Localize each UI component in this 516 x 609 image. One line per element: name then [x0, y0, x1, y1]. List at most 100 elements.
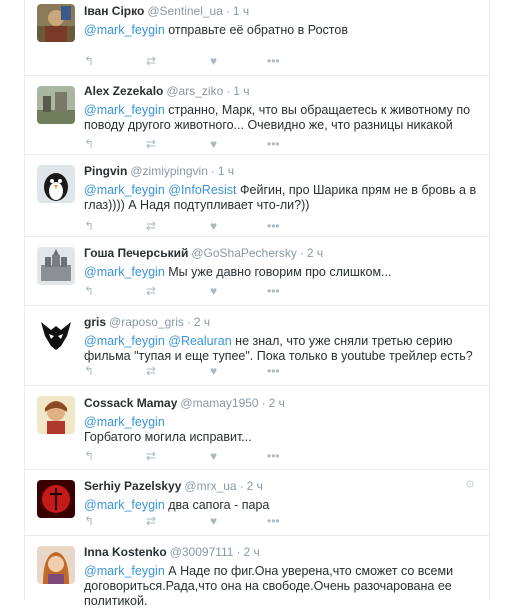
tweet-text: @mark_feygin @InfoResist Фейгин, про Шар…: [84, 183, 477, 213]
separator: ·: [236, 545, 241, 559]
timestamp[interactable]: 2 ч: [243, 545, 259, 559]
mention-link[interactable]: @mark_feygin: [84, 564, 165, 578]
separator: ·: [225, 4, 230, 18]
more-icon[interactable]: •••: [267, 449, 280, 463]
avatar[interactable]: [37, 546, 75, 584]
mention-link[interactable]: @mark_feygin: [84, 183, 165, 197]
user-name[interactable]: Inna Kostenko: [84, 545, 167, 559]
tweet-header: Inna Kostenko @30097111 · 2 ч: [84, 545, 477, 559]
avatar[interactable]: [37, 86, 75, 124]
tweet-header: Serhiy Pazelskyy @mrx_ua · 2 ч: [84, 479, 477, 493]
user-name[interactable]: Гоша Печерський: [84, 246, 188, 260]
user-handle[interactable]: @zimiypingvin: [130, 164, 208, 178]
timestamp[interactable]: 1 ч: [233, 84, 249, 98]
more-icon[interactable]: •••: [267, 364, 280, 378]
tweet-text: @mark_feygin отправьте её обратно в Рост…: [84, 23, 477, 38]
like-icon[interactable]: ♥: [210, 514, 217, 528]
timestamp[interactable]: 2 ч: [307, 246, 323, 260]
tweet-text: @mark_feygin А Наде по фиг.Она уверена,ч…: [84, 564, 477, 609]
separator: ·: [210, 164, 215, 178]
tweet[interactable]: Іван Сірко @Sentinel_ua · 1 ч @mark_feygin …: [25, 0, 489, 76]
mention-link[interactable]: @mark_feygin: [84, 498, 165, 512]
retweet-icon[interactable]: ⇄: [146, 449, 156, 463]
tweet[interactable]: Гоша Печерський @GoShaPechersky · 2 ч @mark…: [25, 237, 489, 306]
retweet-icon[interactable]: ⇄: [146, 284, 156, 298]
reply-icon[interactable]: ↰: [84, 219, 94, 233]
user-handle[interactable]: @raposo_gris: [109, 315, 184, 329]
reply-icon[interactable]: ↰: [84, 54, 94, 68]
reply-icon[interactable]: ↰: [84, 514, 94, 528]
timestamp[interactable]: 1 ч: [218, 164, 234, 178]
retweet-icon[interactable]: ⇄: [146, 137, 156, 151]
chevron-down-icon[interactable]: ⚙: [465, 478, 475, 491]
separator: ·: [226, 84, 231, 98]
like-icon[interactable]: ♥: [210, 54, 217, 68]
like-icon[interactable]: ♥: [210, 364, 217, 378]
tweet[interactable]: Pingvin @zimiypingvin · 1 ч @mark_feygin @I…: [25, 155, 489, 237]
user-handle[interactable]: @mamay1950: [180, 396, 258, 410]
separator: ·: [299, 246, 304, 260]
reply-icon[interactable]: ↰: [84, 137, 94, 151]
tweet-text-segment: отправьте её обратно в Ростов: [164, 23, 348, 37]
more-icon[interactable]: •••: [267, 514, 280, 528]
tweet-header: Pingvin @zimiypingvin · 1 ч: [84, 164, 477, 178]
tweet[interactable]: Alex Zezekalo @ars_ziko · 1 ч @mark_feygin …: [25, 76, 489, 155]
avatar[interactable]: [37, 4, 75, 42]
more-icon[interactable]: •••: [267, 54, 280, 68]
mention-link[interactable]: @mark_feygin: [84, 415, 165, 429]
avatar[interactable]: [37, 480, 75, 518]
timeline-right-border: [489, 0, 490, 600]
separator: ·: [239, 479, 244, 493]
more-icon[interactable]: •••: [267, 284, 280, 298]
retweet-icon[interactable]: ⇄: [146, 514, 156, 528]
mention-link[interactable]: @mark_feygin: [84, 265, 165, 279]
avatar[interactable]: [37, 247, 75, 285]
more-icon[interactable]: •••: [267, 137, 280, 151]
mention-link[interactable]: @mark_feygin: [84, 23, 165, 37]
timestamp[interactable]: 2 ч: [194, 315, 210, 329]
like-icon[interactable]: ♥: [210, 449, 217, 463]
retweet-icon[interactable]: ⇄: [146, 219, 156, 233]
mention-link[interactable]: @Realuran: [168, 334, 231, 348]
separator: ·: [261, 396, 266, 410]
user-name[interactable]: Pingvin: [84, 164, 127, 178]
user-handle[interactable]: @Sentinel_ua: [147, 4, 223, 18]
tweet[interactable]: Serhiy Pazelskyy @mrx_ua · 2 ч @mark_feygin…: [25, 470, 489, 536]
mention-link[interactable]: @mark_feygin: [84, 334, 165, 348]
like-icon[interactable]: ♥: [210, 284, 217, 298]
tweet[interactable]: Cossack Mamay @mamay1950 · 2 ч @mark_feygin…: [25, 386, 489, 470]
tweet[interactable]: Inna Kostenko @30097111 · 2 ч @mark_feygin …: [25, 536, 489, 609]
timestamp[interactable]: 2 ч: [269, 396, 285, 410]
more-icon[interactable]: •••: [267, 219, 280, 233]
timestamp[interactable]: 2 ч: [247, 479, 263, 493]
user-handle[interactable]: @30097111: [170, 545, 234, 559]
tweet[interactable]: gris @raposo_gris · 2 ч @mark_feygin @Realu…: [25, 306, 489, 386]
user-name[interactable]: gris: [84, 315, 106, 329]
reply-icon[interactable]: ↰: [84, 284, 94, 298]
reply-icon[interactable]: ↰: [84, 364, 94, 378]
mention-link[interactable]: @InfoResist: [168, 183, 236, 197]
tweet-text: @mark_feygin Горбатого могила исправит..…: [84, 415, 477, 445]
avatar[interactable]: [37, 316, 75, 354]
reply-icon[interactable]: ↰: [84, 449, 94, 463]
retweet-icon[interactable]: ⇄: [146, 54, 156, 68]
separator: ·: [186, 315, 191, 329]
avatar[interactable]: [37, 396, 75, 434]
like-icon[interactable]: ♥: [210, 137, 217, 151]
retweet-icon[interactable]: ⇄: [146, 364, 156, 378]
user-name[interactable]: Іван Сірко: [84, 4, 144, 18]
user-handle[interactable]: @GoShaPechersky: [191, 246, 297, 260]
user-name[interactable]: Cossack Mamay: [84, 396, 177, 410]
tweet-header: Cossack Mamay @mamay1950 · 2 ч: [84, 396, 477, 410]
like-icon[interactable]: ♥: [210, 219, 217, 233]
tweet-header: Alex Zezekalo @ars_ziko · 1 ч: [84, 84, 477, 98]
timestamp[interactable]: 1 ч: [233, 4, 249, 18]
mention-link[interactable]: @mark_feygin: [84, 103, 165, 117]
user-handle[interactable]: @mrx_ua: [184, 479, 236, 493]
tweet-header: Гоша Печерський @GoShaPechersky · 2 ч: [84, 246, 477, 260]
tweet-text: @mark_feygin странно, Марк, что вы обращ…: [84, 103, 477, 133]
user-name[interactable]: Serhiy Pazelskyy: [84, 479, 181, 493]
user-handle[interactable]: @ars_ziko: [166, 84, 223, 98]
avatar[interactable]: [37, 165, 75, 203]
user-name[interactable]: Alex Zezekalo: [84, 84, 163, 98]
